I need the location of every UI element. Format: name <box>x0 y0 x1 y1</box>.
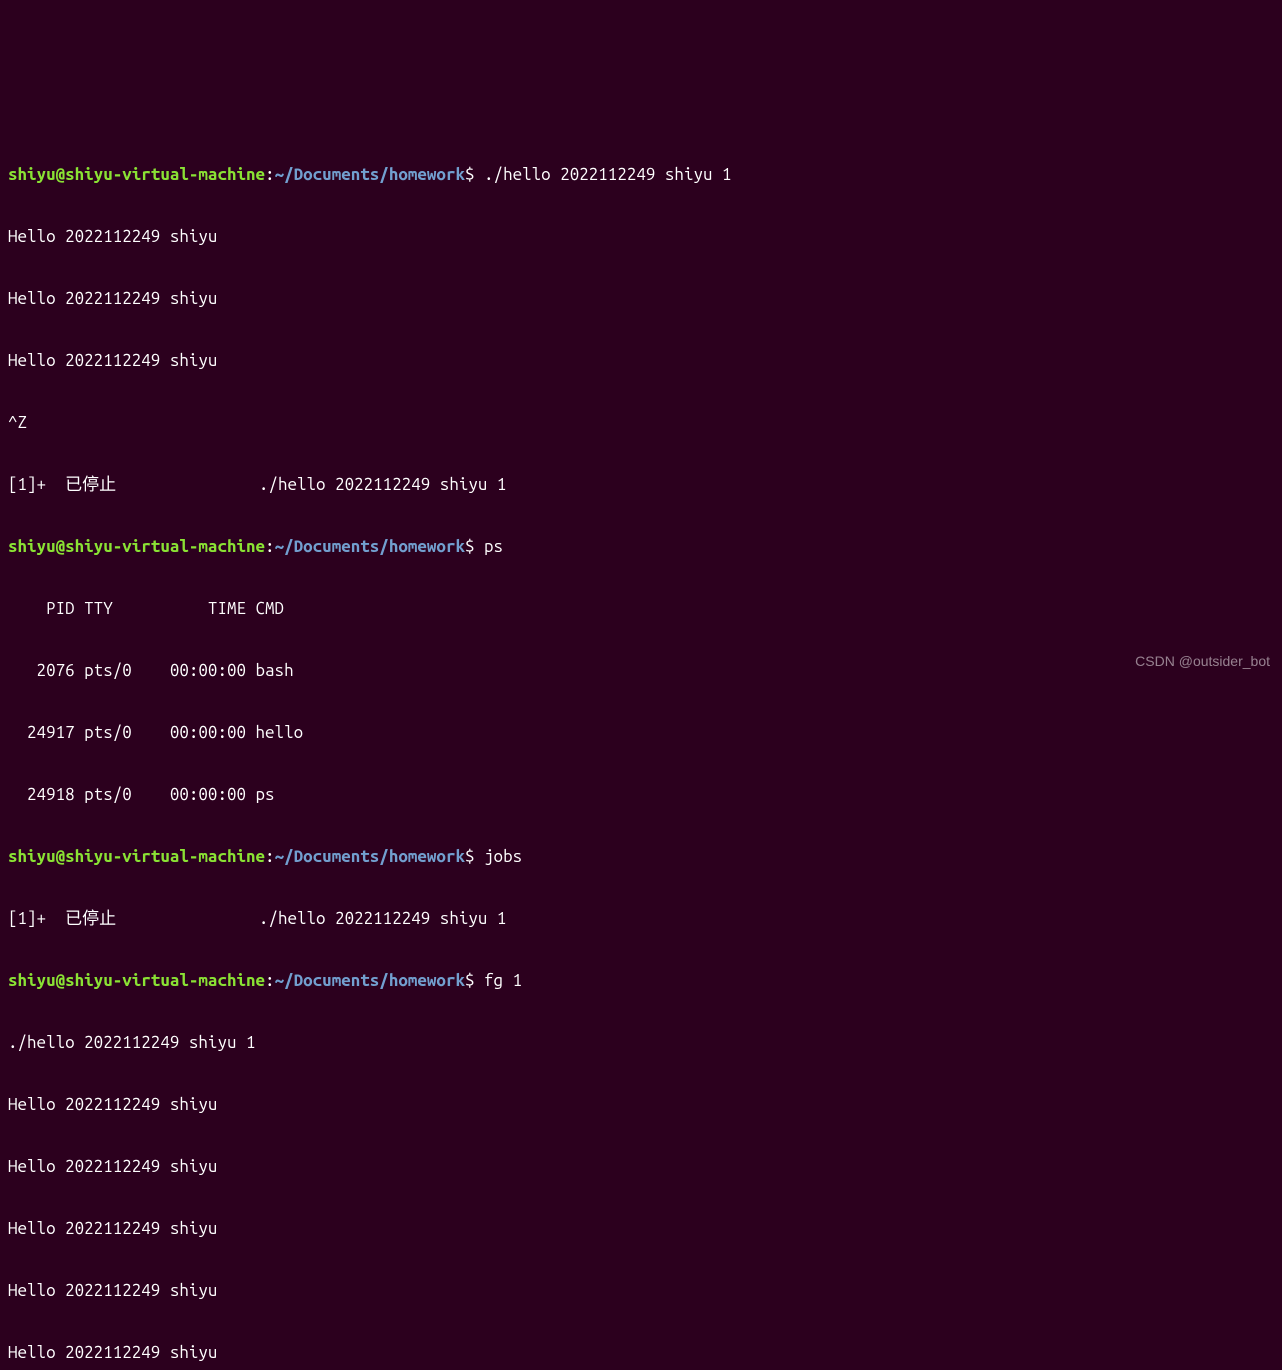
watermark: CSDN @outsider_bot <box>1135 646 1270 677</box>
command-jobs: jobs <box>475 847 523 866</box>
prompt-path: ~/Documents/homework <box>275 971 465 990</box>
output-line: Hello 2022112249 shiyu <box>8 221 1274 252</box>
prompt-line-2: shiyu@shiyu-virtual-machine:~/Documents/… <box>8 531 1274 562</box>
output-line: Hello 2022112249 shiyu <box>8 1151 1274 1182</box>
ps-row: 2076 pts/0 00:00:00 bash <box>8 655 1274 686</box>
stopped-job: [1]+ 已停止 ./hello 2022112249 shiyu 1 <box>8 469 1274 500</box>
command-ps: ps <box>475 537 504 556</box>
prompt-user: shiyu@shiyu-virtual-machine <box>8 537 265 556</box>
prompt-line-4: shiyu@shiyu-virtual-machine:~/Documents/… <box>8 965 1274 996</box>
output-line: Hello 2022112249 shiyu <box>8 283 1274 314</box>
prompt-line-1: shiyu@shiyu-virtual-machine:~/Documents/… <box>8 159 1274 190</box>
prompt-colon: : <box>265 165 275 184</box>
ctrl-z: ^Z <box>8 407 1274 438</box>
output-line: Hello 2022112249 shiyu <box>8 345 1274 376</box>
prompt-dollar: $ <box>465 537 475 556</box>
prompt-colon: : <box>265 847 275 866</box>
prompt-user: shiyu@shiyu-virtual-machine <box>8 971 265 990</box>
prompt-user: shiyu@shiyu-virtual-machine <box>8 847 265 866</box>
prompt-path: ~/Documents/homework <box>275 537 465 556</box>
prompt-dollar: $ <box>465 847 475 866</box>
ps-header: PID TTY TIME CMD <box>8 593 1274 624</box>
output-line: Hello 2022112249 shiyu <box>8 1089 1274 1120</box>
prompt-colon: : <box>265 537 275 556</box>
stopped-job: [1]+ 已停止 ./hello 2022112249 shiyu 1 <box>8 903 1274 934</box>
prompt-dollar: $ <box>465 165 475 184</box>
prompt-dollar: $ <box>465 971 475 990</box>
terminal[interactable]: shiyu@shiyu-virtual-machine:~/Documents/… <box>8 128 1274 1370</box>
fg-output: ./hello 2022112249 shiyu 1 <box>8 1027 1274 1058</box>
prompt-path: ~/Documents/homework <box>275 165 465 184</box>
command-hello: ./hello 2022112249 shiyu 1 <box>475 165 732 184</box>
prompt-colon: : <box>265 971 275 990</box>
command-fg: fg 1 <box>475 971 523 990</box>
prompt-user: shiyu@shiyu-virtual-machine <box>8 165 265 184</box>
output-line: Hello 2022112249 shiyu <box>8 1337 1274 1368</box>
prompt-path: ~/Documents/homework <box>275 847 465 866</box>
ps-row: 24917 pts/0 00:00:00 hello <box>8 717 1274 748</box>
prompt-line-3: shiyu@shiyu-virtual-machine:~/Documents/… <box>8 841 1274 872</box>
ps-row: 24918 pts/0 00:00:00 ps <box>8 779 1274 810</box>
output-line: Hello 2022112249 shiyu <box>8 1213 1274 1244</box>
output-line: Hello 2022112249 shiyu <box>8 1275 1274 1306</box>
